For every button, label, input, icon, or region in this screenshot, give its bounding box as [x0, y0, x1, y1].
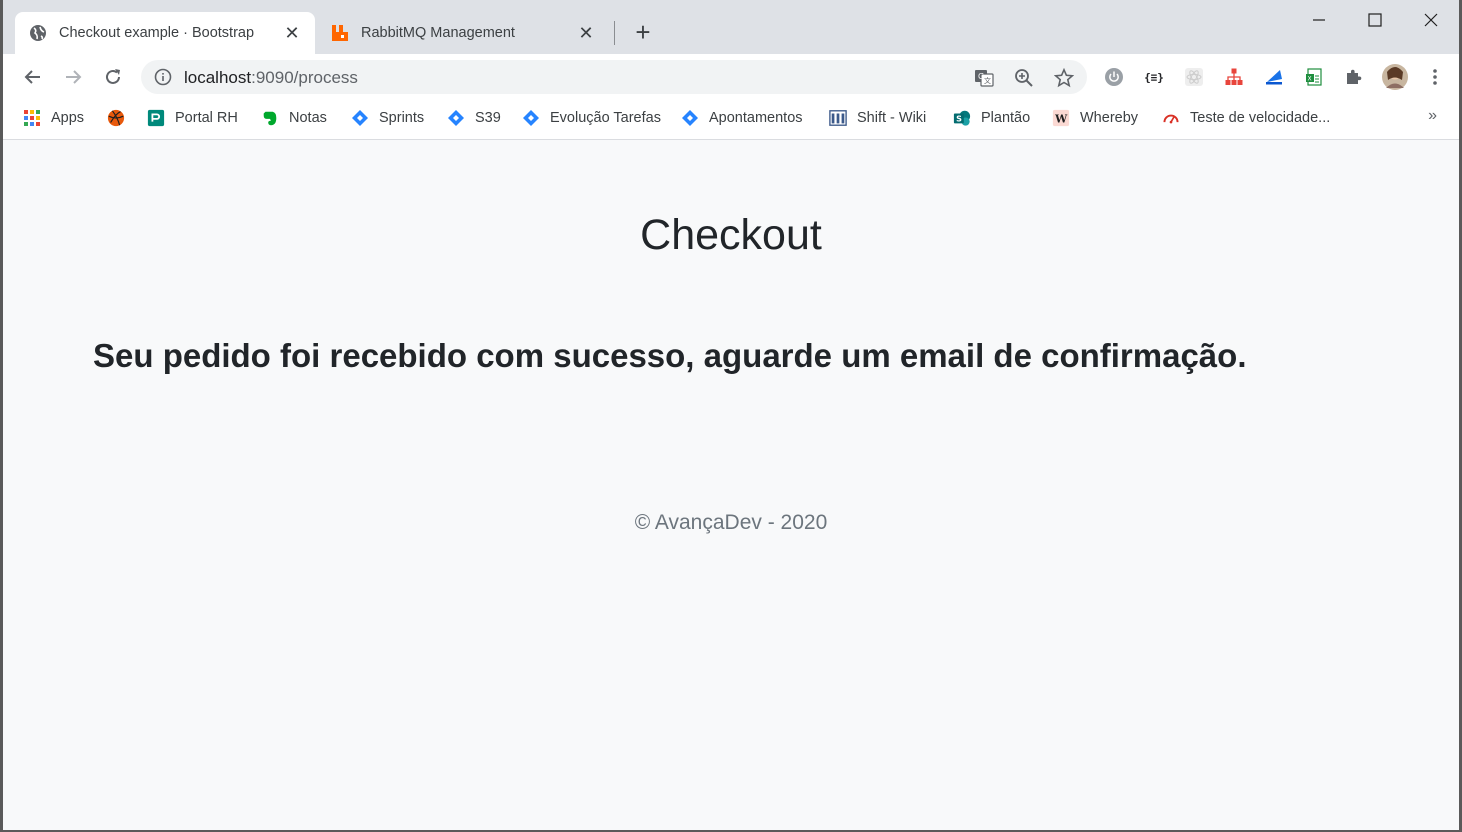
bookmarks-bar: Apps Portal RH Notas Sprints S39 Evoluçã…	[3, 100, 1459, 140]
maximize-button[interactable]	[1347, 0, 1403, 40]
tab-rabbitmq[interactable]: RabbitMQ Management ✕	[317, 12, 609, 54]
address-bar[interactable]: localhost:9090/process G文	[141, 60, 1087, 94]
back-button[interactable]	[18, 62, 48, 92]
success-message: Seu pedido foi recebido com sucesso, agu…	[93, 337, 1247, 374]
bookmark-label: Shift - Wiki	[857, 110, 927, 126]
svg-text:文: 文	[984, 76, 991, 85]
avatar[interactable]	[1381, 63, 1409, 91]
whereby-icon: W	[1052, 109, 1070, 127]
tab-strip: Checkout example · Bootstrap ✕ RabbitMQ …	[3, 0, 1459, 54]
portal-rh-icon	[147, 109, 165, 127]
close-window-button[interactable]	[1403, 0, 1459, 40]
bookmark-basketball[interactable]	[107, 107, 135, 129]
svg-text:X: X	[1308, 76, 1312, 83]
json-extension-icon[interactable]: {≡}	[1142, 65, 1166, 89]
bookmark-apps[interactable]: Apps	[23, 107, 84, 129]
page-title: Checkout	[640, 211, 822, 259]
browser-window: Checkout example · Bootstrap ✕ RabbitMQ …	[0, 0, 1462, 832]
bookmark-label: Portal RH	[175, 110, 238, 126]
bookmark-label: S39	[475, 110, 501, 126]
sharepoint-icon: S	[953, 109, 971, 127]
bookmark-label: Teste de velocidade...	[1190, 110, 1331, 126]
reload-button[interactable]	[98, 62, 128, 92]
bookmark-plantao[interactable]: S Plantão	[953, 107, 1030, 129]
page-content: Checkout Seu pedido foi recebido com suc…	[3, 141, 1459, 830]
azure-extension-icon[interactable]	[1262, 65, 1286, 89]
bookmark-whereby[interactable]: W Whereby	[1052, 107, 1138, 129]
wiki-icon	[829, 109, 847, 127]
bookmarks-overflow-button[interactable]: »	[1428, 107, 1437, 125]
bookmark-label: Whereby	[1080, 110, 1139, 126]
forward-button[interactable]	[58, 62, 88, 92]
url-host: localhost	[184, 68, 252, 87]
bookmark-label: Evolução Tarefas	[550, 110, 661, 126]
speedometer-icon	[1162, 109, 1180, 127]
url-path: :9090/process	[251, 68, 358, 87]
minimize-button[interactable]	[1291, 0, 1347, 40]
power-extension-icon[interactable]	[1102, 65, 1126, 89]
jira-icon	[681, 109, 699, 127]
apps-grid-icon	[23, 109, 41, 127]
globe-icon	[29, 24, 47, 42]
tab-separator	[614, 21, 615, 45]
tab-checkout[interactable]: Checkout example · Bootstrap ✕	[15, 12, 315, 54]
tab-title: Checkout example · Bootstrap	[59, 25, 255, 41]
bookmark-portal-rh[interactable]: Portal RH	[147, 107, 238, 129]
bookmark-label: Sprints	[379, 110, 425, 126]
sheet-extension-icon[interactable]: X	[1302, 65, 1326, 89]
jira-icon	[447, 109, 465, 127]
bookmark-sprints[interactable]: Sprints	[351, 107, 424, 129]
info-icon[interactable]	[153, 67, 173, 87]
bookmark-label: Plantão	[981, 110, 1031, 126]
sitemap-extension-icon[interactable]	[1222, 65, 1246, 89]
puzzle-icon[interactable]	[1342, 65, 1366, 89]
bookmark-s39[interactable]: S39	[447, 107, 501, 129]
star-icon[interactable]	[1053, 67, 1075, 89]
rabbitmq-icon	[331, 24, 349, 42]
url-text[interactable]: localhost:9090/process	[184, 68, 358, 88]
bookmark-notas[interactable]: Notas	[261, 107, 327, 129]
menu-icon[interactable]	[1423, 65, 1447, 89]
jira-icon	[351, 109, 369, 127]
svg-text:W: W	[1054, 113, 1068, 126]
new-tab-button[interactable]: +	[629, 19, 657, 46]
tab-title: RabbitMQ Management	[361, 25, 515, 41]
basketball-icon	[107, 109, 125, 127]
bookmark-teste-velocidade[interactable]: Teste de velocidade...	[1162, 107, 1330, 129]
bookmark-apontamentos[interactable]: Apontamentos	[681, 107, 803, 129]
browser-toolbar: localhost:9090/process G文 {≡} X	[3, 54, 1459, 100]
bookmark-label: Apps	[51, 110, 85, 126]
close-icon[interactable]: ✕	[283, 23, 301, 43]
evernote-icon	[261, 109, 279, 127]
bookmark-shift-wiki[interactable]: Shift - Wiki	[829, 107, 926, 129]
close-icon[interactable]: ✕	[577, 23, 595, 43]
zoom-icon[interactable]	[1013, 67, 1035, 89]
react-extension-icon[interactable]	[1182, 65, 1206, 89]
bookmark-evolucao-tarefas[interactable]: Evolução Tarefas	[522, 107, 661, 129]
bookmark-label: Notas	[289, 110, 327, 126]
svg-text:S: S	[956, 114, 962, 124]
translate-icon[interactable]: G文	[973, 67, 995, 89]
bookmark-label: Apontamentos	[709, 110, 803, 126]
footer-copyright: © AvançaDev - 2020	[634, 511, 828, 534]
jira-icon	[522, 109, 540, 127]
